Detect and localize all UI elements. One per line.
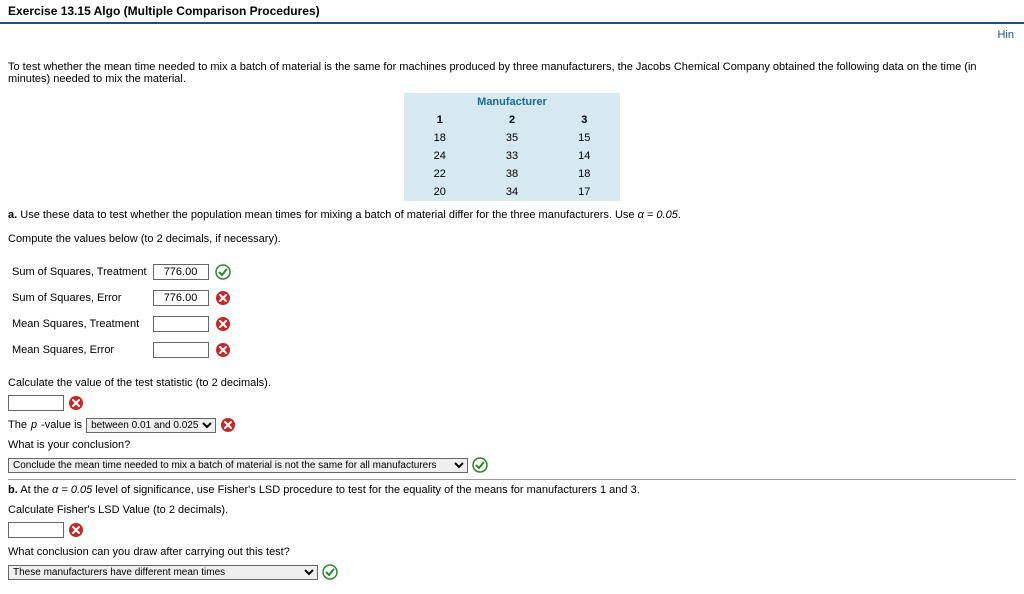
data-table-wrap: Manufacturer 1 2 3 183515 243314 223818 …: [8, 93, 1016, 201]
conclusion-row: Conclude the mean time needed to mix a b…: [8, 457, 1016, 473]
hint-link[interactable]: Hin: [0, 24, 1024, 41]
x-icon: [68, 395, 84, 411]
test-stat-label: Calculate the value of the test statisti…: [8, 377, 1016, 389]
col-head-1: 1: [404, 111, 476, 129]
field-label: Mean Squares, Error: [12, 339, 153, 361]
mst-input[interactable]: [153, 316, 209, 332]
field-row-sse: Sum of Squares, Error: [12, 287, 237, 309]
conclusion-q: What is your conclusion?: [8, 439, 1016, 451]
exercise-header: Exercise 13.15 Algo (Multiple Comparison…: [0, 0, 1024, 24]
section-divider: [8, 479, 1016, 480]
field-label: Mean Squares, Treatment: [12, 313, 153, 335]
test-stat-input[interactable]: [8, 395, 64, 411]
sse-input[interactable]: [153, 290, 209, 306]
mse-input[interactable]: [153, 342, 209, 358]
table-row: 223818: [404, 165, 621, 183]
x-icon: [220, 417, 236, 433]
conclusion-b-row: These manufacturers have different mean …: [8, 564, 1016, 580]
conclusion-select[interactable]: Conclude the mean time needed to mix a b…: [8, 458, 468, 473]
x-icon: [215, 316, 231, 332]
check-icon: [215, 264, 231, 280]
table-super-header: Manufacturer: [404, 93, 621, 111]
intro-text: To test whether the mean time needed to …: [8, 61, 1016, 85]
field-label: Sum of Squares, Treatment: [12, 261, 153, 283]
field-row-mse: Mean Squares, Error: [12, 339, 237, 361]
x-icon: [215, 290, 231, 306]
pvalue-row: The p-value is between 0.01 and 0.025: [8, 417, 1016, 433]
lsd-label: Calculate Fisher's LSD Value (to 2 decim…: [8, 504, 1016, 516]
check-icon: [322, 564, 338, 580]
conclusion-b-select[interactable]: These manufacturers have different mean …: [8, 565, 318, 580]
compute-instruction: Compute the values below (to 2 decimals,…: [8, 233, 1016, 245]
x-icon: [215, 342, 231, 358]
anova-fields: Sum of Squares, Treatment Sum of Squares…: [12, 257, 237, 365]
manufacturer-table: Manufacturer 1 2 3 183515 243314 223818 …: [404, 93, 621, 201]
field-row-sst: Sum of Squares, Treatment: [12, 261, 237, 283]
test-stat-row: [8, 395, 1016, 411]
x-icon: [68, 522, 84, 538]
col-head-2: 2: [476, 111, 548, 129]
part-b-label: b. At the α = 0.05 level of significance…: [8, 484, 1016, 496]
exercise-content: To test whether the mean time needed to …: [0, 41, 1024, 594]
pvalue-select[interactable]: between 0.01 and 0.025: [86, 418, 216, 433]
lsd-input[interactable]: [8, 522, 64, 538]
conclusion-b-q: What conclusion can you draw after carry…: [8, 546, 1016, 558]
field-label: Sum of Squares, Error: [12, 287, 153, 309]
lsd-row: [8, 522, 1016, 538]
check-icon: [472, 457, 488, 473]
table-row: 203417: [404, 183, 621, 201]
table-row: 183515: [404, 129, 621, 147]
exercise-title: Exercise 13.15 Algo (Multiple Comparison…: [8, 4, 320, 18]
table-row: 243314: [404, 147, 621, 165]
part-a-label: a. Use these data to test whether the po…: [8, 209, 1016, 221]
col-head-3: 3: [548, 111, 620, 129]
field-row-mst: Mean Squares, Treatment: [12, 313, 237, 335]
sst-input[interactable]: [153, 264, 209, 280]
